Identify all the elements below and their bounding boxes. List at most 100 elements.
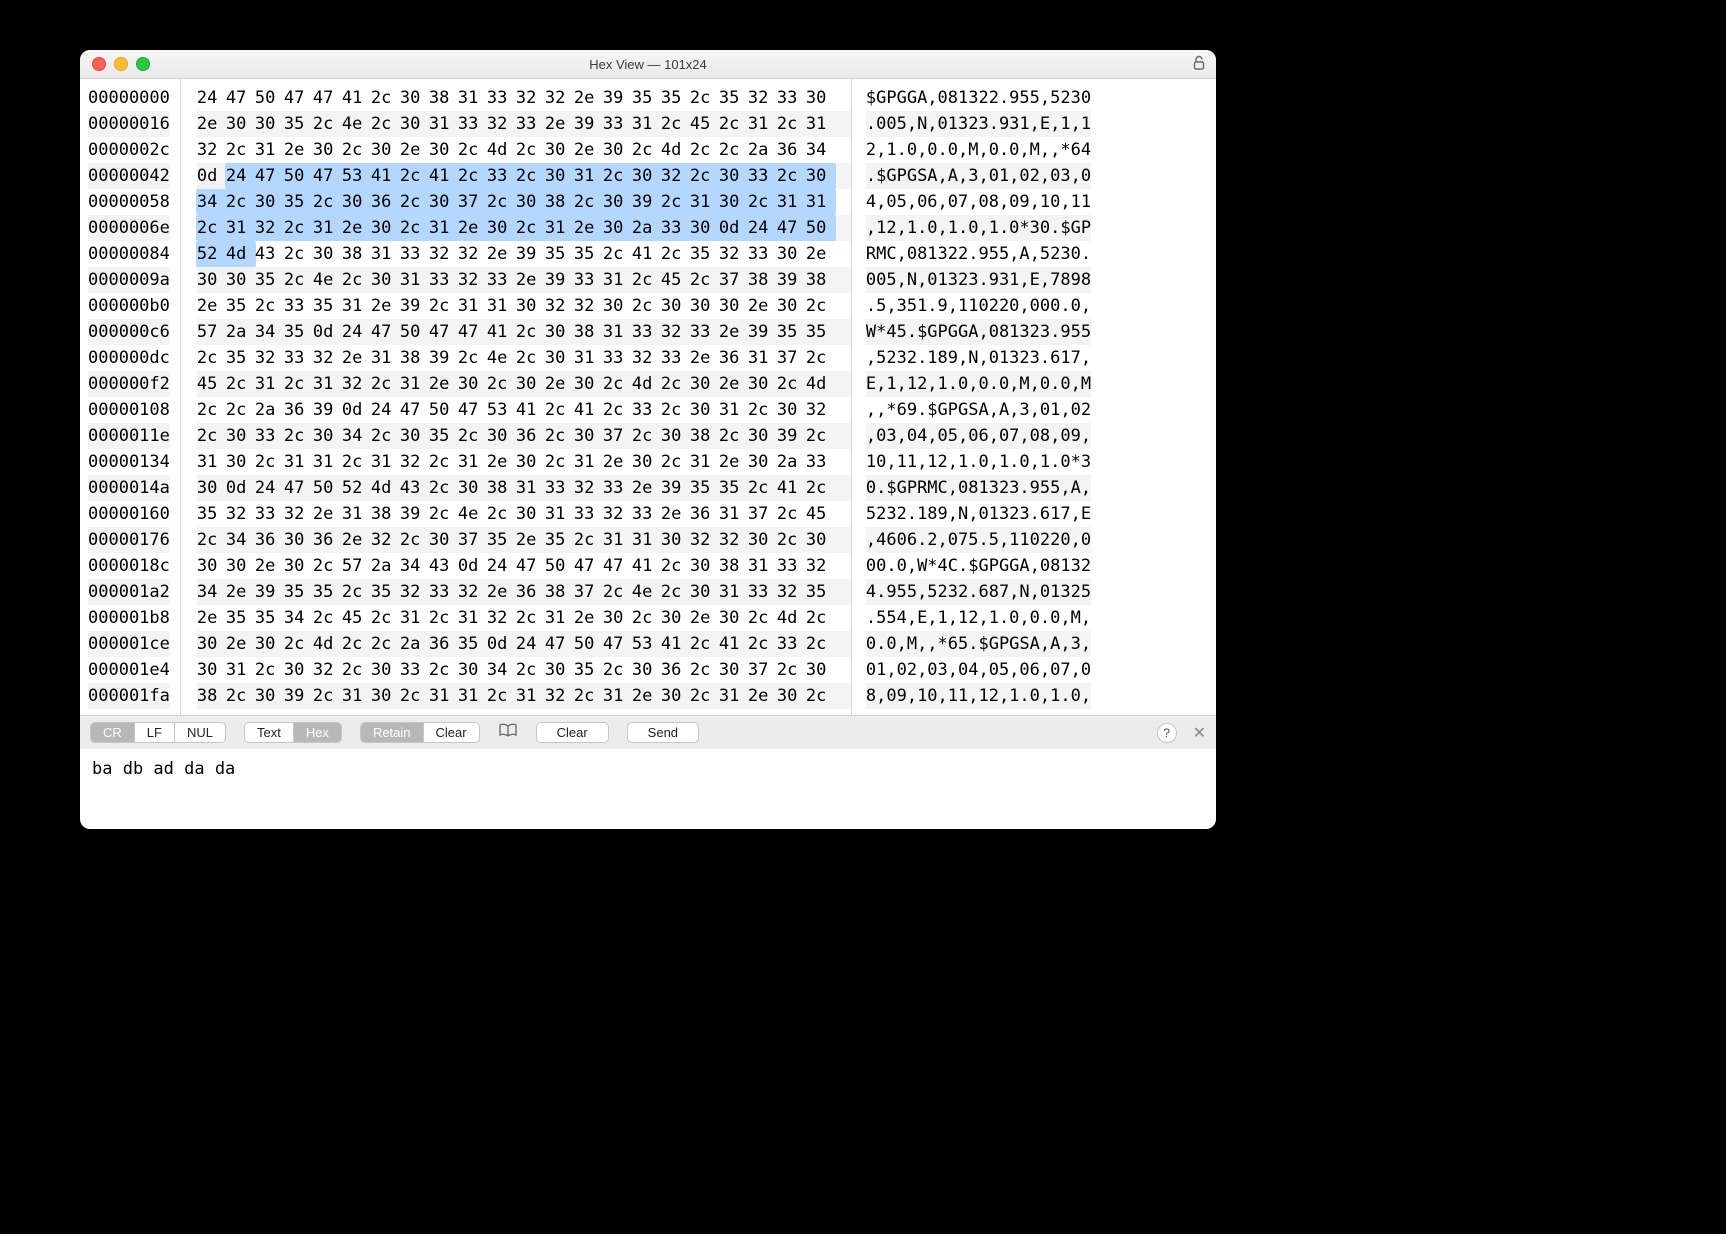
offset-cell: 0000002c: [88, 137, 170, 163]
ascii-row: ,4606.2,075.5,110220,0: [866, 527, 1091, 553]
mode-hex[interactable]: Hex: [294, 723, 341, 742]
offset-cell: 0000009a: [88, 267, 170, 293]
hex-row[interactable]: 3030352c4e2c30313332332e3933312c452c3738…: [197, 267, 851, 293]
minimize-icon[interactable]: [114, 57, 128, 71]
hex-row[interactable]: 2e3535342c452c312c31322c312e302c302e302c…: [197, 605, 851, 631]
line-ending-lf[interactable]: LF: [135, 723, 175, 742]
ascii-row: 0.0,M,,*65.$GPGSA,A,3,: [866, 631, 1091, 657]
offset-cell: 00000176: [88, 527, 170, 553]
ascii-column: $GPGGA,081322.955,5230.005,N,01323.931,E…: [851, 79, 1101, 715]
send-button[interactable]: Send: [627, 722, 699, 743]
offset-cell: 000001a2: [88, 579, 170, 605]
hex-row[interactable]: 30302e302c572a34430d2447504747412c303831…: [197, 553, 851, 579]
ascii-row: 8,09,10,11,12,1.0,1.0,: [866, 683, 1091, 709]
mode-segment[interactable]: Text Hex: [244, 722, 342, 743]
hex-row[interactable]: 302e302c4d2c2c2a36350d2447504753412c412c…: [197, 631, 851, 657]
offset-cell: 00000058: [88, 189, 170, 215]
ascii-row: E,1,12,1.0,0.0,M,0.0,M: [866, 371, 1091, 397]
bookmark-icon[interactable]: [498, 722, 518, 743]
line-ending-nul[interactable]: NUL: [175, 723, 225, 742]
hex-row[interactable]: 2c2c2a36390d2447504753412c412c332c30312c…: [197, 397, 851, 423]
retain-clear-segment[interactable]: Retain Clear: [360, 722, 480, 743]
offset-cell: 00000108: [88, 397, 170, 423]
offset-cell: 0000006e: [88, 215, 170, 241]
ascii-row: 005,N,01323.931,E,7898: [866, 267, 1091, 293]
hex-dump: 00000000000000160000002c0000004200000058…: [80, 79, 1216, 715]
ascii-row: 00.0,W*4C.$GPGGA,08132: [866, 553, 1091, 579]
hex-row[interactable]: 353233322e3138392c4e2c30313332332e363137…: [197, 501, 851, 527]
ascii-row: $GPGGA,081322.955,5230: [866, 85, 1091, 111]
lock-icon[interactable]: [1192, 55, 1206, 76]
ascii-row: ,12,1.0,1.0,1.0*30.$GP: [866, 215, 1091, 241]
ascii-row: .005,N,01323.931,E,1,1: [866, 111, 1091, 137]
line-ending-cr[interactable]: CR: [91, 723, 135, 742]
offset-cell: 000001fa: [88, 683, 170, 709]
close-icon[interactable]: [92, 57, 106, 71]
help-button[interactable]: ?: [1157, 723, 1177, 743]
line-ending-segment[interactable]: CR LF NUL: [90, 722, 226, 743]
hex-bytes-column[interactable]: 2447504747412c3038313332322e3935352c3532…: [181, 79, 851, 715]
hex-row[interactable]: 2e3030352c4e2c30313332332e3933312c452c31…: [197, 111, 851, 137]
offset-cell: 00000134: [88, 449, 170, 475]
offset-cell: 000000f2: [88, 371, 170, 397]
offset-cell: 0000018c: [88, 553, 170, 579]
offset-cell: 000001b8: [88, 605, 170, 631]
ascii-row: 2,1.0,0.0,M,0.0,M,,*64: [866, 137, 1091, 163]
hex-row[interactable]: 382c30392c31302c31312c31322c312e302c312e…: [197, 683, 851, 709]
mode-text[interactable]: Text: [245, 723, 294, 742]
offset-cell: 0000014a: [88, 475, 170, 501]
hex-view-window: Hex View — 101x24 0000000000000016000000…: [80, 50, 1216, 829]
offset-cell: 00000160: [88, 501, 170, 527]
retain-button[interactable]: Retain: [361, 723, 424, 742]
hex-row[interactable]: 0d2447504753412c412c332c30312c30322c3033…: [197, 163, 851, 189]
hex-row[interactable]: 2e352c3335312e392c3131303232302c3030302e…: [197, 293, 851, 319]
ascii-row: 0.$GPRMC,081323.955,A,: [866, 475, 1091, 501]
ascii-row: RMC,081322.955,A,5230.: [866, 241, 1091, 267]
offset-cell: 00000000: [88, 85, 170, 111]
hex-input-field[interactable]: ba db ad da da: [80, 749, 1216, 829]
hex-row[interactable]: 2447504747412c3038313332322e3935352c3532…: [197, 85, 851, 111]
hex-row[interactable]: 524d432c3038313332322e3935352c412c353233…: [197, 241, 851, 267]
toolbar: CR LF NUL Text Hex Retain Clear Clear Se…: [80, 715, 1216, 749]
offset-cell: 00000084: [88, 241, 170, 267]
offset-column: 00000000000000160000002c0000004200000058…: [80, 79, 181, 715]
ascii-row: 10,11,12,1.0,1.0,1.0*3: [866, 449, 1091, 475]
hex-row[interactable]: 2c30332c30342c30352c30362c30372c30382c30…: [197, 423, 851, 449]
close-panel-icon[interactable]: ✕: [1193, 723, 1206, 743]
offset-cell: 00000042: [88, 163, 170, 189]
hex-row[interactable]: 2c31322c312e302c312e302c312e302a33300d24…: [197, 215, 851, 241]
ascii-row: .$GPGSA,A,3,01,02,03,0: [866, 163, 1091, 189]
ascii-row: ,,*69.$GPGSA,A,3,01,02: [866, 397, 1091, 423]
offset-cell: 000000b0: [88, 293, 170, 319]
ascii-row: ,03,04,05,06,07,08,09,: [866, 423, 1091, 449]
titlebar: Hex View — 101x24: [80, 50, 1216, 79]
hex-row[interactable]: 342e3935352c353233322e3638372c4e2c303133…: [197, 579, 851, 605]
offset-cell: 000000c6: [88, 319, 170, 345]
offset-cell: 000001ce: [88, 631, 170, 657]
offset-cell: 000000dc: [88, 345, 170, 371]
clear-output-button[interactable]: Clear: [424, 723, 479, 742]
ascii-row: .554,E,1,12,1.0,0.0,M,: [866, 605, 1091, 631]
hex-row[interactable]: 300d244750524d432c3038313332332e3935352c…: [197, 475, 851, 501]
ascii-row: ,5232.189,N,01323.617,: [866, 345, 1091, 371]
ascii-row: W*45.$GPGGA,081323.955: [866, 319, 1091, 345]
hex-row[interactable]: 452c312c31322c312e302c302e302c4d2c302e30…: [197, 371, 851, 397]
ascii-row: 4.955,5232.687,N,01325: [866, 579, 1091, 605]
ascii-row: 4,05,06,07,08,09,10,11: [866, 189, 1091, 215]
hex-row[interactable]: 2c353233322e3138392c4e2c30313332332e3631…: [197, 345, 851, 371]
hex-row[interactable]: 30312c30322c30332c30342c30352c30362c3037…: [197, 657, 851, 683]
offset-cell: 00000016: [88, 111, 170, 137]
hex-row[interactable]: 342c30352c30362c30372c30382c30392c31302c…: [197, 189, 851, 215]
hex-row[interactable]: 2c343630362e322c3037352e352c313130323230…: [197, 527, 851, 553]
zoom-icon[interactable]: [136, 57, 150, 71]
ascii-row: 01,02,03,04,05,06,07,0: [866, 657, 1091, 683]
offset-cell: 0000011e: [88, 423, 170, 449]
hex-row[interactable]: 322c312e302c302e302c4d2c302e302c4d2c2c2a…: [197, 137, 851, 163]
hex-row[interactable]: 572a34350d2447504747412c3038313332332e39…: [197, 319, 851, 345]
ascii-row: .5,351.9,110220,000.0,: [866, 293, 1091, 319]
offset-cell: 000001e4: [88, 657, 170, 683]
window-title: Hex View — 101x24: [80, 57, 1216, 72]
clear-input-button[interactable]: Clear: [536, 722, 609, 743]
ascii-row: 5232.189,N,01323.617,E: [866, 501, 1091, 527]
hex-row[interactable]: 31302c31312c31322c312e302c312e302c312e30…: [197, 449, 851, 475]
